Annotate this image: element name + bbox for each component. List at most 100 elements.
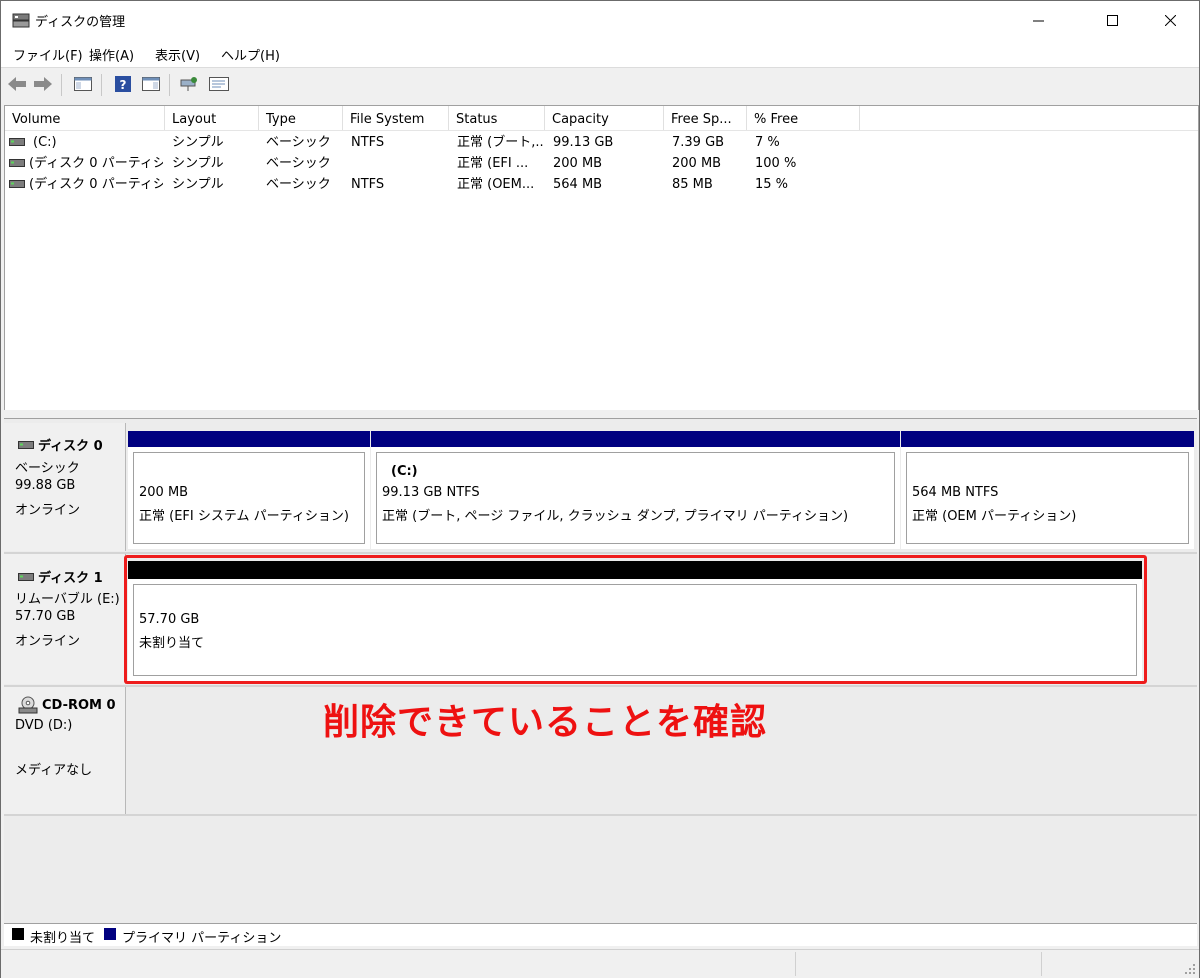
table-row[interactable]: (ディスク 0 パーティショ... シンプル ベーシック 正常 (EFI ...… — [5, 153, 1198, 174]
primary-partition-bar — [128, 431, 370, 447]
col-volume[interactable]: Volume — [5, 106, 165, 130]
volume-list[interactable]: Volume Layout Type File System Status Ca… — [4, 105, 1199, 412]
col-layout[interactable]: Layout — [165, 106, 259, 130]
legend: 未割り当て プライマリ パーティション — [4, 923, 1197, 946]
minimize-icon — [1032, 20, 1044, 21]
disk-1-size: 57.70 GB — [15, 609, 76, 624]
back-button[interactable] — [7, 74, 27, 94]
toolbar-separator — [61, 74, 62, 96]
cell-capacity: 200 MB — [553, 156, 603, 171]
disk-1-name: ディスク 1 — [18, 567, 103, 586]
properties-button[interactable] — [209, 74, 229, 94]
partition-size: 564 MB NTFS — [912, 485, 999, 500]
minimize-button[interactable] — [1015, 1, 1061, 39]
table-row[interactable]: (C:) シンプル ベーシック NTFS 正常 (ブート,... 99.13 G… — [5, 132, 1198, 153]
console-tree-icon — [74, 77, 92, 91]
disk-management-icon — [12, 13, 30, 28]
cdrom-0-label[interactable]: CD-ROM 0 DVD (D:) メディアなし — [4, 687, 126, 814]
cell-free-space: 200 MB — [672, 156, 722, 171]
help-icon: ? — [115, 76, 131, 92]
partition-c[interactable]: (C:) 99.13 GB NTFS 正常 (ブート, ページ ファイル, クラ… — [371, 431, 900, 549]
cd-drive-icon — [18, 696, 38, 714]
status-divider — [1041, 952, 1042, 976]
toolbar-separator — [101, 74, 102, 96]
status-divider — [795, 952, 796, 976]
partition-efi[interactable]: 200 MB 正常 (EFI システム パーティション) — [128, 431, 370, 549]
maximize-icon — [1106, 14, 1118, 26]
cell-free-space: 85 MB — [672, 177, 713, 192]
partition-body: 200 MB 正常 (EFI システム パーティション) — [133, 452, 365, 544]
disk-1-type: リムーバブル (E:) — [15, 592, 120, 607]
menu-help[interactable]: ヘルプ(H) — [221, 45, 280, 64]
legend-label-primary: プライマリ パーティション — [122, 931, 282, 946]
close-button[interactable] — [1147, 1, 1193, 39]
menu-file[interactable]: ファイル(F) — [13, 45, 83, 64]
cell-layout: シンプル — [172, 135, 224, 150]
cell-percent-free: 100 % — [755, 156, 797, 171]
partition-size: 200 MB — [139, 485, 189, 500]
disk-icon — [18, 572, 34, 581]
col-type[interactable]: Type — [259, 106, 343, 130]
col-free-space[interactable]: Free Sp... — [664, 106, 747, 130]
col-status[interactable]: Status — [449, 106, 545, 130]
connect-button[interactable] — [179, 74, 199, 94]
cell-status: 正常 (EFI ... — [457, 156, 529, 171]
partition-body: (C:) 99.13 GB NTFS 正常 (ブート, ページ ファイル, クラ… — [376, 452, 895, 544]
help-button[interactable]: ? — [113, 74, 133, 94]
pane-splitter[interactable] — [1, 410, 1199, 418]
col-file-system[interactable]: File System — [343, 106, 449, 130]
primary-partition-bar — [371, 431, 900, 447]
menu-view[interactable]: 表示(V) — [155, 45, 200, 64]
legend-swatch-primary — [104, 928, 116, 940]
col-capacity[interactable]: Capacity — [545, 106, 664, 130]
partition-label: (C:) — [391, 464, 418, 479]
cell-volume: (ディスク 0 パーティショ... — [29, 177, 163, 192]
disk-0-label[interactable]: ディスク 0 ベーシック 99.88 GB オンライン — [4, 423, 126, 551]
menu-action[interactable]: 操作(A) — [89, 45, 134, 64]
cell-status: 正常 (OEM... — [457, 177, 535, 192]
disk-0-name: ディスク 0 — [18, 435, 103, 454]
cell-type: ベーシック — [266, 177, 331, 192]
cdrom-0-type: DVD (D:) — [15, 718, 73, 733]
show-console-tree-button[interactable] — [73, 74, 93, 94]
disk-0-state: オンライン — [15, 503, 81, 518]
disk-management-window: ディスクの管理 ファイル(F) 操作(A) 表示(V) ヘルプ(H) ? Vol… — [0, 0, 1200, 978]
cdrom-0-name: CD-ROM 0 — [18, 696, 116, 714]
cell-type: ベーシック — [266, 135, 331, 150]
disk-0-size: 99.88 GB — [15, 478, 76, 493]
disk-0-type: ベーシック — [15, 461, 80, 476]
toolbar: ? — [1, 67, 1199, 100]
resize-grip-icon[interactable] — [1184, 963, 1196, 975]
show-action-pane-button[interactable] — [141, 74, 161, 94]
properties-icon — [209, 77, 229, 91]
annotation-text: 削除できていることを確認 — [323, 702, 768, 743]
status-bar — [1, 949, 1199, 978]
forward-arrow-icon — [34, 77, 52, 91]
back-arrow-icon — [8, 77, 26, 91]
cell-layout: シンプル — [172, 156, 224, 171]
partition-size: 99.13 GB NTFS — [382, 485, 480, 500]
svg-text:?: ? — [120, 78, 127, 92]
partition-status: 正常 (ブート, ページ ファイル, クラッシュ ダンプ, プライマリ パーティ… — [382, 509, 849, 524]
cell-file-system — [351, 153, 451, 174]
close-icon — [1164, 14, 1176, 26]
menu-bar: ファイル(F) 操作(A) 表示(V) ヘルプ(H) — [1, 39, 1199, 67]
volume-icon — [9, 159, 25, 167]
partition-status: 正常 (EFI システム パーティション) — [139, 509, 349, 524]
disk-1-label[interactable]: ディスク 1 リムーバブル (E:) 57.70 GB オンライン — [4, 554, 126, 684]
forward-button[interactable] — [33, 74, 53, 94]
col-percent-free[interactable]: % Free — [747, 106, 860, 130]
connect-icon — [180, 77, 197, 91]
legend-label-unallocated: 未割り当て — [30, 931, 96, 946]
row-divider — [4, 814, 1197, 816]
partition-body: 564 MB NTFS 正常 (OEM パーティション) — [906, 452, 1189, 544]
cell-file-system: NTFS — [351, 135, 385, 150]
table-row[interactable]: (ディスク 0 パーティショ... シンプル ベーシック NTFS 正常 (OE… — [5, 174, 1198, 195]
maximize-button[interactable] — [1089, 1, 1135, 39]
volume-list-header: Volume Layout Type File System Status Ca… — [5, 106, 1198, 131]
title-bar: ディスクの管理 — [1, 1, 1199, 39]
partition-oem[interactable]: 564 MB NTFS 正常 (OEM パーティション) — [901, 431, 1194, 549]
disk-icon — [18, 440, 34, 449]
cell-layout: シンプル — [172, 177, 224, 192]
toolbar-separator — [169, 74, 170, 96]
